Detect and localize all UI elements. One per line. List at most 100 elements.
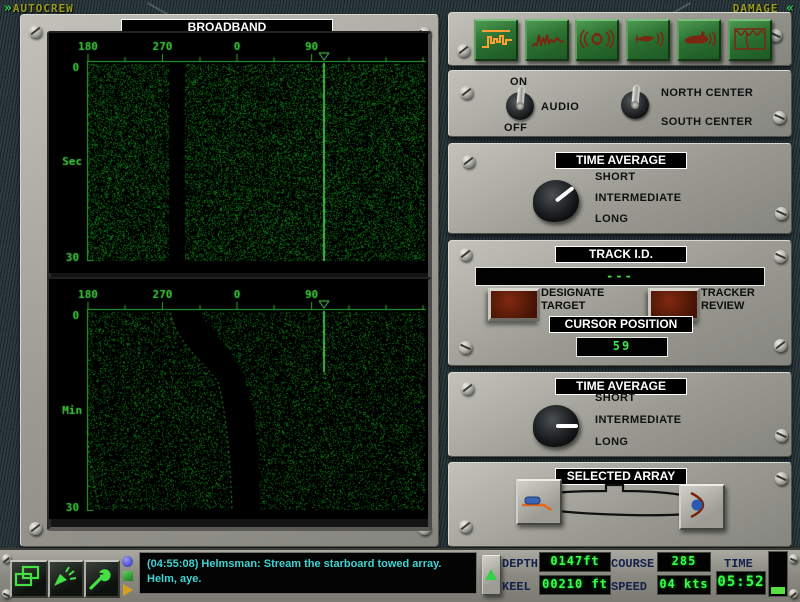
designate-line1: DESIGNATE bbox=[541, 287, 604, 300]
ta2-option-short[interactable]: SHORT bbox=[595, 392, 636, 404]
broadband-display-button[interactable] bbox=[474, 19, 518, 61]
keel-readout: 00210 ft bbox=[539, 575, 611, 595]
message-log[interactable]: (04:55:08) Helmsman: Stream the starboar… bbox=[139, 552, 477, 594]
time-label: TIME bbox=[724, 557, 753, 571]
tracker-line1: TRACKER bbox=[701, 287, 755, 300]
time-average-panel-1: TIME AVERAGE SHORT INTERMEDIATE LONG bbox=[448, 143, 792, 234]
screw-icon bbox=[789, 589, 798, 598]
screw-icon bbox=[457, 44, 470, 57]
cursor-position-readout: 59 bbox=[576, 337, 668, 357]
time-average-1-title: TIME AVERAGE bbox=[555, 152, 687, 169]
level-gauge bbox=[768, 551, 788, 597]
radio-indicator[interactable] bbox=[122, 556, 133, 567]
audio-label: AUDIO bbox=[541, 101, 579, 113]
interface-windows-button[interactable] bbox=[10, 560, 48, 598]
screw-icon bbox=[774, 250, 787, 263]
north-center-label: NORTH CENTER bbox=[661, 87, 753, 99]
cursor-position-title: CURSOR POSITION bbox=[549, 316, 693, 333]
audio-toggle-switch[interactable] bbox=[506, 92, 534, 120]
sonar-station-screen: { "corners": { "autocrew_arrow": "\u00bb… bbox=[0, 0, 800, 600]
depth-label: DEPTH bbox=[502, 557, 538, 571]
waterfall-long-display[interactable] bbox=[49, 279, 428, 519]
display-select-panel bbox=[448, 12, 792, 66]
chevrons-right-icon: » bbox=[4, 1, 13, 16]
message-line-1: (04:55:08) Helmsman: Stream the starboar… bbox=[147, 557, 469, 572]
playback-indicator[interactable] bbox=[123, 584, 133, 596]
tracker-line2: REVIEW bbox=[701, 300, 755, 313]
toggle-hub bbox=[516, 102, 524, 110]
audio-off-label: OFF bbox=[504, 122, 527, 134]
screw-icon bbox=[29, 522, 42, 535]
time-readout: 05:52 bbox=[716, 571, 766, 595]
ta1-option-intermediate[interactable]: INTERMEDIATE bbox=[595, 192, 681, 204]
ta2-option-intermediate[interactable]: INTERMEDIATE bbox=[595, 414, 681, 426]
designate-line2: TARGET bbox=[541, 300, 604, 313]
screw-icon bbox=[775, 472, 788, 485]
ownship-noise-display-button[interactable] bbox=[677, 19, 721, 61]
broadband-waterfall-icon bbox=[479, 26, 513, 52]
screw-icon bbox=[773, 111, 786, 124]
depth-readout: 0147ft bbox=[539, 552, 611, 572]
spherical-array-button[interactable] bbox=[679, 484, 725, 530]
screw-icon bbox=[789, 554, 798, 563]
course-readout: 285 bbox=[657, 552, 711, 572]
screw-icon bbox=[459, 341, 472, 354]
knob-pointer bbox=[555, 186, 575, 203]
loudhailer-icon bbox=[50, 562, 78, 592]
ownship-submarine-icon bbox=[682, 26, 716, 52]
time-average-1-knob[interactable] bbox=[533, 180, 579, 222]
knob-pointer bbox=[556, 424, 578, 428]
ta1-option-short[interactable]: SHORT bbox=[595, 171, 636, 183]
waterfall-short-display[interactable] bbox=[49, 33, 428, 273]
screw-icon bbox=[29, 25, 42, 38]
ocean-profile-icon bbox=[733, 26, 767, 52]
announcements-button[interactable] bbox=[48, 560, 84, 598]
narrowband-display-button[interactable] bbox=[525, 19, 569, 61]
track-id-title: TRACK I.D. bbox=[555, 246, 687, 263]
screw-icon bbox=[459, 520, 472, 533]
south-center-label: SOUTH CENTER bbox=[661, 116, 753, 128]
time-average-panel-2: TIME AVERAGE SHORT INTERMEDIATE LONG bbox=[448, 372, 792, 457]
track-id-panel: TRACK I.D. --- DESIGNATE TARGET TRACKER … bbox=[448, 240, 792, 366]
message-line-2: Helm, aye. bbox=[147, 572, 469, 587]
screw-icon bbox=[459, 248, 472, 261]
wrench-icon bbox=[86, 562, 114, 592]
screw-icon bbox=[774, 339, 787, 352]
tools-button[interactable] bbox=[84, 560, 120, 598]
audio-panel: ON OFF AUDIO NORTH CENTER SOUTH CENTER bbox=[448, 70, 792, 137]
towed-array-icon bbox=[518, 481, 556, 519]
towed-array-button[interactable] bbox=[516, 479, 562, 525]
screw-icon bbox=[461, 382, 474, 395]
course-label: COURSE bbox=[611, 557, 654, 571]
track-id-readout: --- bbox=[475, 267, 765, 286]
designate-target-button[interactable] bbox=[488, 288, 540, 321]
intercom-indicator[interactable] bbox=[123, 571, 133, 581]
designate-target-label: DESIGNATE TARGET bbox=[541, 287, 604, 313]
ta1-option-long[interactable]: LONG bbox=[595, 213, 628, 225]
up-triangle-icon bbox=[485, 569, 497, 580]
selected-array-panel: SELECTED ARRAY bbox=[448, 462, 792, 547]
spherical-array-icon bbox=[681, 486, 719, 524]
demon-display-button[interactable] bbox=[575, 19, 619, 61]
broadband-waterfall-panel: BROADBAND bbox=[20, 14, 439, 547]
narrowband-spectrum-icon bbox=[530, 26, 564, 52]
stacked-windows-icon bbox=[12, 562, 42, 592]
active-intercept-display-button[interactable] bbox=[626, 19, 670, 61]
level-gauge-fill bbox=[771, 587, 785, 594]
message-scroll-up-button[interactable] bbox=[482, 555, 501, 595]
sound-profile-display-button[interactable] bbox=[728, 19, 772, 61]
propeller-sound-icon bbox=[580, 26, 614, 52]
screw-icon bbox=[460, 86, 473, 99]
speed-label: SPEED bbox=[611, 580, 647, 594]
ta2-option-long[interactable]: LONG bbox=[595, 436, 628, 448]
screw-icon bbox=[775, 429, 788, 442]
speed-readout: 04 kts bbox=[657, 575, 711, 595]
submarine-signal-icon bbox=[631, 26, 665, 52]
keel-label: KEEL bbox=[502, 580, 531, 594]
tracker-review-label: TRACKER REVIEW bbox=[701, 287, 755, 313]
time-average-2-knob[interactable] bbox=[533, 405, 579, 447]
toggle-hub bbox=[631, 101, 639, 109]
audio-center-toggle-switch[interactable] bbox=[621, 91, 649, 119]
screw-icon bbox=[462, 155, 475, 168]
screw-icon bbox=[775, 207, 788, 220]
